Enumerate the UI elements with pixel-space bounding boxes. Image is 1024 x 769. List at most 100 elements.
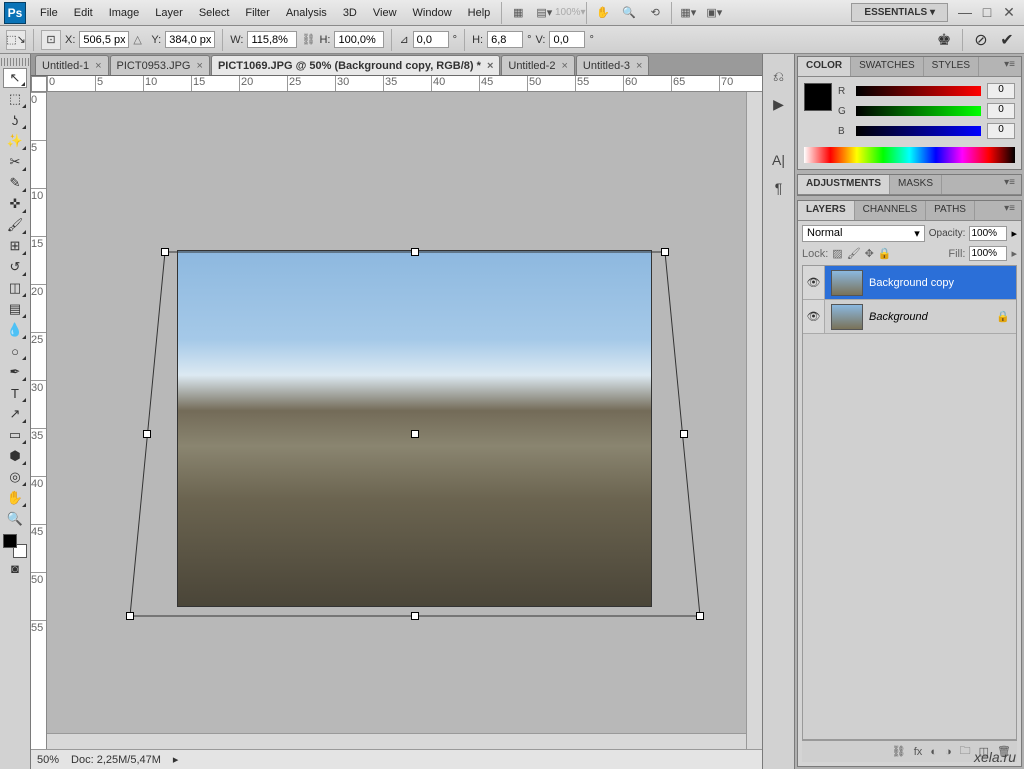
character-panel-icon[interactable]: A|	[768, 150, 790, 170]
3d-tool[interactable]: ⬢	[3, 446, 27, 466]
paragraph-panel-icon[interactable]: ¶	[768, 178, 790, 198]
close-icon[interactable]: ×	[95, 60, 101, 72]
layer-visibility-icon[interactable]: 👁	[803, 266, 825, 299]
commit-transform-button[interactable]: ✔	[996, 30, 1018, 50]
menu-3d[interactable]: 3D	[335, 3, 365, 23]
link-layers-icon[interactable]: ⛓	[892, 745, 906, 758]
menu-filter[interactable]: Filter	[237, 3, 277, 23]
close-icon[interactable]: ×	[561, 60, 567, 72]
opacity-flyout-icon[interactable]: ▸	[1011, 227, 1017, 240]
lock-all-icon[interactable]: 🔒	[878, 247, 892, 260]
healing-brush-tool[interactable]: ✜	[3, 194, 27, 214]
masks-tab[interactable]: MASKS	[890, 175, 942, 194]
w-input[interactable]	[247, 31, 297, 48]
channels-tab[interactable]: CHANNELS	[855, 201, 926, 220]
blend-mode-select[interactable]: Normal▾	[802, 225, 925, 242]
transform-handle[interactable]	[661, 248, 669, 256]
color-swatch[interactable]	[804, 83, 832, 111]
canvas-viewport[interactable]	[47, 92, 762, 749]
close-icon[interactable]: ×	[487, 60, 493, 72]
vertical-ruler[interactable]: 0510152025303540455055	[31, 92, 47, 749]
b-slider[interactable]	[856, 126, 981, 136]
x-input[interactable]	[79, 31, 129, 48]
transform-handle[interactable]	[143, 430, 151, 438]
maximize-button[interactable]: □	[978, 6, 996, 20]
shape-tool[interactable]: ▭	[3, 425, 27, 445]
zoom-tool[interactable]: 🔍	[3, 509, 27, 529]
menu-help[interactable]: Help	[460, 3, 499, 23]
actions-panel-icon[interactable]: ▶	[768, 94, 790, 114]
hand-tool[interactable]: ✋	[3, 488, 27, 508]
transform-handle[interactable]	[411, 248, 419, 256]
transform-center-handle[interactable]	[411, 430, 419, 438]
horizontal-ruler[interactable]: 0510152025303540455055606570	[47, 76, 762, 92]
rotate-view-icon[interactable]: ⟲	[645, 4, 665, 22]
r-slider[interactable]	[856, 86, 981, 96]
layer-item[interactable]: 👁 Background 🔒	[803, 300, 1016, 334]
warp-mode-icon[interactable]: ♚	[933, 30, 955, 50]
panel-menu-icon[interactable]: ▾≡	[998, 201, 1021, 220]
reference-point-icon[interactable]: ⊡	[41, 30, 61, 50]
y-input[interactable]	[165, 31, 215, 48]
cancel-transform-button[interactable]: ⊘	[970, 30, 992, 50]
transform-handle[interactable]	[411, 612, 419, 620]
horizontal-scrollbar[interactable]	[47, 733, 746, 749]
hskew-input[interactable]	[487, 31, 523, 48]
doc-tab[interactable]: PICT1069.JPG @ 50% (Background copy, RGB…	[211, 55, 500, 75]
layer-name[interactable]: Background	[869, 311, 928, 323]
lock-position-icon[interactable]: ✥	[865, 247, 874, 260]
h-input[interactable]	[334, 31, 384, 48]
fill-input[interactable]	[969, 246, 1007, 261]
extras-icon[interactable]: ▤▾	[534, 4, 554, 22]
doc-tab[interactable]: Untitled-1×	[35, 55, 109, 75]
link-wh-icon[interactable]: ⛓	[301, 33, 315, 46]
layer-group-icon[interactable]: 🗀	[960, 742, 971, 761]
transform-handle[interactable]	[680, 430, 688, 438]
toolbox-grip[interactable]	[1, 58, 29, 66]
layer-mask-icon[interactable]: ◐	[930, 746, 937, 758]
menu-window[interactable]: Window	[405, 3, 460, 23]
minimize-button[interactable]: —	[956, 6, 974, 20]
dodge-tool[interactable]: ○	[3, 341, 27, 361]
3d-camera-tool[interactable]: ◎	[3, 467, 27, 487]
ruler-origin[interactable]	[31, 76, 47, 92]
lock-pixels-icon[interactable]: 🖌	[847, 247, 861, 260]
menu-layer[interactable]: Layer	[147, 3, 191, 23]
layer-thumbnail[interactable]	[831, 270, 863, 296]
swatches-tab[interactable]: SWATCHES	[851, 57, 924, 76]
transform-tool-icon[interactable]: ⬚↘	[6, 30, 26, 50]
paths-tab[interactable]: PATHS	[926, 201, 975, 220]
foreground-color-swatch[interactable]	[3, 534, 17, 548]
layer-fx-icon[interactable]: fx	[914, 746, 923, 758]
doc-tab[interactable]: Untitled-2×	[501, 55, 575, 75]
menu-view[interactable]: View	[365, 3, 405, 23]
lock-transparency-icon[interactable]: ▨	[832, 247, 842, 260]
pen-tool[interactable]: ✒	[3, 362, 27, 382]
history-brush-tool[interactable]: ↺	[3, 257, 27, 277]
panel-menu-icon[interactable]: ▾≡	[998, 175, 1021, 194]
quick-mask-tool[interactable]: ◙	[3, 558, 27, 578]
layer-visibility-icon[interactable]: 👁	[803, 300, 825, 333]
zoom-value[interactable]: 50%	[37, 754, 59, 766]
fill-flyout-icon[interactable]: ▸	[1011, 247, 1017, 260]
g-value[interactable]: 0	[987, 103, 1015, 119]
transform-handle[interactable]	[161, 248, 169, 256]
color-spectrum[interactable]	[804, 147, 1015, 163]
eraser-tool[interactable]: ◫	[3, 278, 27, 298]
menu-edit[interactable]: Edit	[66, 3, 101, 23]
path-selection-tool[interactable]: ↗	[3, 404, 27, 424]
type-tool[interactable]: T	[3, 383, 27, 403]
move-tool[interactable]: ↖	[3, 68, 27, 88]
crop-tool[interactable]: ✂	[3, 152, 27, 172]
adjustments-tab[interactable]: ADJUSTMENTS	[798, 175, 890, 194]
hand-icon[interactable]: ✋	[593, 4, 613, 22]
g-slider[interactable]	[856, 106, 981, 116]
magic-wand-tool[interactable]: ✨	[3, 131, 27, 151]
blur-tool[interactable]: 💧	[3, 320, 27, 340]
screen-mode-icon[interactable]: ▣▾	[704, 4, 724, 22]
panel-menu-icon[interactable]: ▾≡	[998, 57, 1021, 76]
styles-tab[interactable]: STYLES	[924, 57, 979, 76]
transform-handle[interactable]	[696, 612, 704, 620]
layer-name[interactable]: Background copy	[869, 277, 954, 289]
menu-image[interactable]: Image	[101, 3, 148, 23]
